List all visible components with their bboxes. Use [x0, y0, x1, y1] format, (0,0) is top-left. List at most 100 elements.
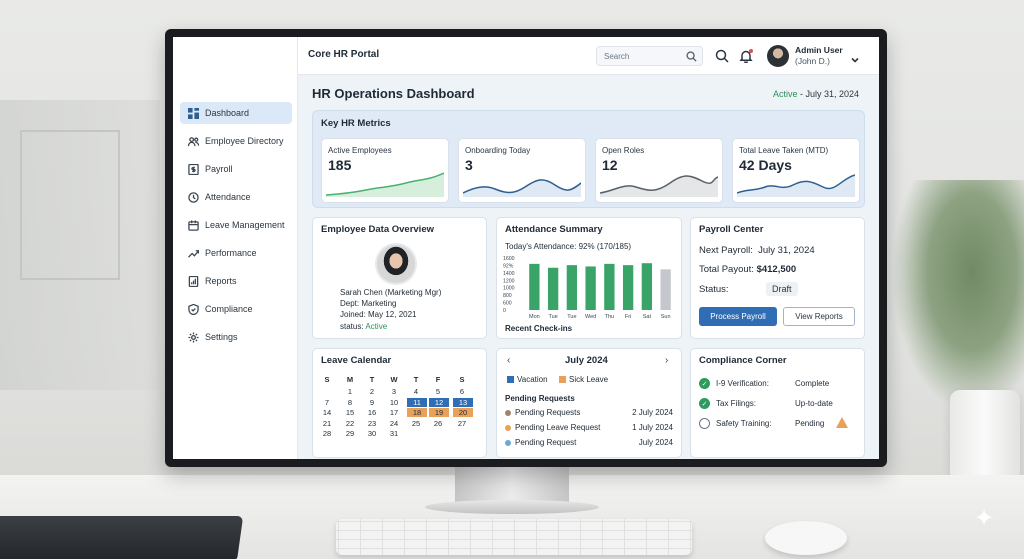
- sidebar-item-performance[interactable]: Performance: [180, 242, 292, 264]
- total-payout-value: $412,500: [756, 264, 797, 275]
- calendar-day[interactable]: 26: [429, 419, 447, 428]
- list-item[interactable]: Pending Request July 2024: [505, 438, 673, 447]
- calendar-day[interactable]: 4: [407, 387, 425, 396]
- check-icon: ✓: [699, 398, 710, 409]
- payroll-center-card: Payroll Center Next Payroll: July 31, 20…: [690, 217, 865, 339]
- bar: [604, 263, 615, 310]
- total-payout-label: Total Payout:: [699, 264, 754, 275]
- mouse: [765, 521, 847, 555]
- sidebar-item-settings[interactable]: Settings: [180, 326, 292, 348]
- compliance-label: Safety Training:: [716, 419, 772, 428]
- list-item[interactable]: Pending Requests 2 July 2024: [505, 408, 673, 417]
- bar: [585, 266, 596, 310]
- compliance-row[interactable]: ✓ I-9 Verification: Complete: [699, 378, 849, 389]
- background-plant: [894, 180, 1024, 410]
- calendar-day[interactable]: 11: [407, 397, 427, 407]
- calendar-day[interactable]: 2: [363, 387, 381, 396]
- calendar-day[interactable]: 23: [363, 419, 381, 428]
- calendar-day[interactable]: 7: [318, 398, 336, 407]
- user-name[interactable]: Admin User: [795, 45, 843, 55]
- bar: [529, 263, 540, 310]
- sidebar-item-reports[interactable]: Reports: [180, 270, 292, 292]
- search-input[interactable]: Search: [596, 46, 703, 66]
- sidebar-item-compliance[interactable]: Compliance: [180, 298, 292, 320]
- status-dot: [505, 409, 511, 416]
- calendar-day[interactable]: 30: [363, 429, 381, 438]
- view-reports-button[interactable]: View Reports: [783, 307, 855, 326]
- payroll-status-label: Status:: [699, 284, 729, 295]
- card-title: Leave Calendar: [321, 355, 392, 366]
- calendar-day[interactable]: 20: [453, 408, 473, 417]
- calendar-day[interactable]: 19: [429, 408, 449, 417]
- request-label: Pending Request: [515, 438, 577, 447]
- metric-label: Onboarding Today: [465, 146, 531, 155]
- calendar-day[interactable]: 9: [363, 398, 381, 407]
- legend-swatch: [559, 376, 566, 383]
- calendar-day[interactable]: 25: [407, 419, 425, 428]
- prev-month-icon[interactable]: ‹: [507, 355, 510, 366]
- calendar-day[interactable]: 28: [318, 429, 336, 438]
- bar: [641, 263, 653, 310]
- calendar-weekday-header: W: [390, 375, 398, 384]
- x-tick-label: Tue: [567, 314, 576, 320]
- calendar-weekday-header: F: [435, 375, 441, 384]
- calendar-day[interactable]: 3: [385, 387, 403, 396]
- sidebar-item-attendance[interactable]: Attendance: [180, 186, 292, 208]
- chevron-down-icon[interactable]: [851, 51, 859, 63]
- card-title: Attendance Summary: [505, 224, 603, 235]
- calendar-day[interactable]: 18: [407, 408, 427, 417]
- process-payroll-button[interactable]: Process Payroll: [699, 307, 777, 326]
- recent-checkins-label[interactable]: Recent Check-ins: [505, 324, 572, 333]
- next-month-icon[interactable]: ›: [665, 355, 668, 366]
- calendar-day[interactable]: 22: [341, 419, 359, 428]
- calendar-day[interactable]: 31: [385, 429, 403, 438]
- compliance-row[interactable]: ✓ Tax Filings: Up-to-date: [699, 398, 849, 409]
- calendar-day[interactable]: 8: [341, 398, 359, 407]
- next-payroll-label: Next Payroll:: [699, 245, 753, 256]
- top-bar: Core HR Portal Search Admin User (John D…: [298, 37, 879, 75]
- sidebar-item-dashboard[interactable]: Dashboard: [180, 102, 292, 124]
- y-tick-label: 92%: [503, 263, 514, 269]
- calendar-day[interactable]: 27: [453, 419, 471, 428]
- y-tick-label: 800: [503, 293, 512, 299]
- metric-card-total-leave[interactable]: Total Leave Taken (MTD) 42 Days: [732, 138, 860, 203]
- y-tick-label: 1400: [503, 271, 515, 277]
- bell-icon[interactable]: [739, 49, 753, 64]
- compliance-row[interactable]: Safety Training: Pending: [699, 417, 849, 429]
- notebook: [0, 516, 244, 559]
- compliance-status: Complete: [795, 379, 830, 388]
- calendar-day[interactable]: 16: [363, 408, 381, 417]
- sidebar-item-leave-management[interactable]: Leave Management: [180, 214, 292, 236]
- calendar-day[interactable]: 24: [385, 419, 403, 428]
- search-icon[interactable]: [715, 49, 729, 63]
- keyboard: [336, 519, 692, 555]
- pending-requests-title: Pending Requests: [505, 394, 575, 403]
- calendar-day[interactable]: 21: [318, 419, 336, 428]
- search-icon: [686, 51, 697, 62]
- calendar-day[interactable]: 1: [341, 387, 359, 396]
- metric-card-open-roles[interactable]: Open Roles 12: [595, 138, 723, 203]
- sidebar-item-employee-directory[interactable]: Employee Directory: [180, 130, 292, 152]
- calendar-day[interactable]: 29: [341, 429, 359, 438]
- calendar-day[interactable]: 12: [429, 397, 449, 407]
- avatar[interactable]: [767, 45, 789, 67]
- calendar-day[interactable]: 13: [453, 397, 473, 407]
- calendar-day[interactable]: 15: [341, 408, 359, 417]
- x-tick-label: Sat: [643, 314, 652, 320]
- list-item[interactable]: Pending Leave Request 1 July 2024: [505, 423, 673, 432]
- metric-card-onboarding[interactable]: Onboarding Today 3: [458, 138, 586, 203]
- sidebar-item-payroll[interactable]: Payroll: [180, 158, 292, 180]
- employee-name[interactable]: Sarah Chen (Marketing Mgr): [340, 288, 441, 297]
- calendar-day[interactable]: 6: [453, 387, 471, 396]
- status-text: Active - July 31, 2024: [773, 89, 859, 99]
- calendar-day[interactable]: 10: [385, 398, 403, 407]
- calendar-day[interactable]: 14: [318, 408, 336, 417]
- metric-card-active-employees[interactable]: Active Employees 185: [321, 138, 449, 203]
- compliance-status: Up-to-date: [795, 399, 833, 408]
- calendar-day[interactable]: 17: [385, 408, 403, 417]
- compliance-corner-card: Compliance Corner ✓ I-9 Verification: Comp…: [690, 348, 865, 458]
- calendar-day[interactable]: 5: [429, 387, 447, 396]
- reports-icon: [187, 275, 199, 287]
- month-panel-card: ‹ July 2024 › Vacation Sick Leave Pendin…: [496, 348, 682, 458]
- key-metrics-panel: Key HR Metrics Active Employees 185 Onbo…: [312, 110, 865, 208]
